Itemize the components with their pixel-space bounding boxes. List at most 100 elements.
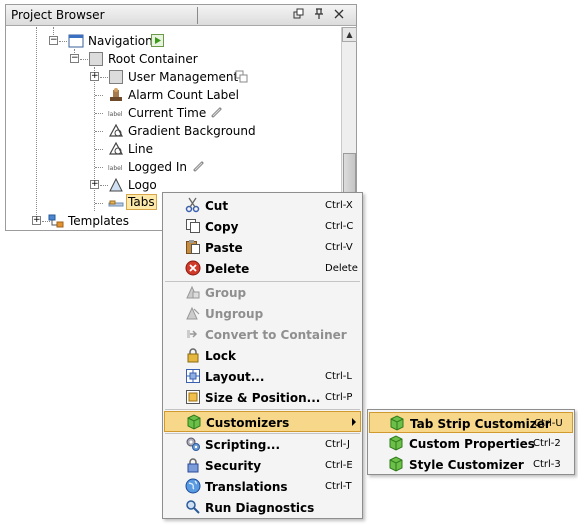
menu-item-layout[interactable]: Layout... Ctrl-L bbox=[164, 366, 361, 387]
menu-item-shortcut: Delete bbox=[325, 263, 358, 274]
menu-item-label: Custom Properties bbox=[409, 437, 535, 451]
menu-item-size-position[interactable]: Size & Position... Ctrl-P bbox=[164, 387, 361, 408]
menu-item-label: Lock bbox=[205, 349, 236, 363]
layout-icon bbox=[185, 368, 201, 384]
menu-item-group[interactable]: Group bbox=[164, 282, 361, 303]
header-divider bbox=[197, 7, 198, 24]
link-badge-icon bbox=[235, 70, 248, 83]
shape-icon bbox=[108, 141, 124, 157]
restore-window-icon[interactable] bbox=[292, 8, 306, 22]
menu-item-label: Translations bbox=[205, 480, 288, 494]
menu-item-tab-strip-customizer[interactable]: Tab Strip Customizer Ctrl-U bbox=[369, 412, 573, 433]
menu-item-ungroup[interactable]: Ungroup bbox=[164, 303, 361, 324]
menu-item-shortcut: Ctrl-2 bbox=[533, 438, 561, 449]
menu-item-label: Layout... bbox=[205, 370, 265, 384]
security-icon bbox=[185, 457, 201, 473]
close-icon[interactable] bbox=[332, 8, 346, 22]
scissors-icon bbox=[185, 197, 201, 213]
customizer-icon bbox=[388, 435, 404, 451]
menu-item-security[interactable]: Security Ctrl-E bbox=[164, 455, 361, 476]
tree-node-label: Root Container bbox=[108, 52, 198, 66]
menu-item-shortcut: Ctrl-J bbox=[325, 439, 350, 450]
menu-item-copy[interactable]: Copy Ctrl-C bbox=[164, 216, 361, 237]
menu-item-scripting[interactable]: Scripting... Ctrl-J bbox=[164, 434, 361, 455]
menu-item-shortcut: Ctrl-X bbox=[325, 200, 353, 211]
menu-item-label: Scripting... bbox=[205, 438, 281, 452]
tree-node-label: Navigation bbox=[88, 34, 153, 48]
globe-icon bbox=[185, 478, 201, 494]
menu-item-delete[interactable]: Delete Delete bbox=[164, 258, 361, 279]
label-icon bbox=[108, 87, 124, 103]
tree-node-line[interactable]: Line bbox=[6, 140, 336, 158]
window-icon bbox=[68, 33, 84, 49]
panel-header: Project Browser bbox=[6, 5, 356, 26]
text-label-icon: label bbox=[108, 159, 124, 175]
tree-node-label: User Management bbox=[128, 70, 239, 84]
tree-node-label: Logged In bbox=[128, 160, 188, 174]
menu-item-convert-to-container[interactable]: Convert to Container bbox=[164, 324, 361, 345]
menu-item-label: Tab Strip Customizer bbox=[410, 417, 551, 431]
menu-item-style-customizer[interactable]: Style Customizer Ctrl-3 bbox=[369, 454, 573, 475]
lock-icon bbox=[185, 347, 201, 363]
ungroup-icon bbox=[185, 305, 201, 321]
tree-node-label: Logo bbox=[128, 178, 157, 192]
menu-item-customizers[interactable]: Customizers bbox=[164, 411, 361, 432]
svg-text:label: label bbox=[108, 111, 123, 118]
context-menu: Cut Ctrl-X Copy Ctrl-C Paste Ctrl-V Dele… bbox=[162, 192, 363, 519]
panel-title: Project Browser bbox=[11, 8, 105, 22]
tree-node-root-container[interactable]: − Root Container bbox=[6, 50, 336, 68]
collapse-toggle[interactable]: − bbox=[49, 36, 58, 45]
convert-icon bbox=[185, 326, 201, 342]
size-position-icon bbox=[185, 389, 201, 405]
container-icon bbox=[108, 69, 124, 85]
menu-item-translations[interactable]: Translations Ctrl-T bbox=[164, 476, 361, 497]
expand-toggle[interactable]: + bbox=[32, 216, 41, 225]
menu-item-label: Style Customizer bbox=[409, 458, 524, 472]
menu-item-custom-properties[interactable]: Custom Properties Ctrl-2 bbox=[369, 433, 573, 454]
menu-item-label: Security bbox=[205, 459, 262, 473]
tree-node-label: Current Time bbox=[128, 106, 207, 120]
menu-item-run-diagnostics[interactable]: Run Diagnostics bbox=[164, 497, 361, 518]
expand-toggle[interactable]: + bbox=[90, 72, 99, 81]
menu-item-label: Convert to Container bbox=[205, 328, 347, 342]
binding-link-icon bbox=[210, 106, 223, 119]
menu-item-label: Size & Position... bbox=[205, 391, 321, 405]
menu-item-shortcut: Ctrl-P bbox=[325, 392, 353, 403]
menu-item-cut[interactable]: Cut Ctrl-X bbox=[164, 195, 361, 216]
copy-icon bbox=[185, 218, 201, 234]
play-icon bbox=[151, 34, 164, 47]
menu-item-shortcut: Ctrl-V bbox=[325, 242, 353, 253]
tab-strip-icon bbox=[108, 195, 124, 211]
tree-node-user-management[interactable]: + User Management bbox=[6, 68, 336, 86]
shape-icon bbox=[108, 123, 124, 139]
tree-node-alarm-count-label[interactable]: Alarm Count Label bbox=[6, 86, 336, 104]
menu-item-label: Run Diagnostics bbox=[205, 501, 315, 515]
tree-node-label: Line bbox=[128, 142, 154, 156]
menu-item-label: Delete bbox=[205, 262, 250, 276]
tree-node-label: Alarm Count Label bbox=[128, 88, 239, 102]
menu-item-label: Customizers bbox=[206, 416, 290, 430]
tree-node-gradient-background[interactable]: Gradient Background bbox=[6, 122, 336, 140]
menu-item-shortcut: Ctrl-C bbox=[325, 221, 354, 232]
scripting-icon bbox=[185, 436, 201, 452]
customizer-icon bbox=[389, 415, 405, 431]
menu-item-lock[interactable]: Lock bbox=[164, 345, 361, 366]
group-icon bbox=[185, 284, 201, 300]
menu-item-paste[interactable]: Paste Ctrl-V bbox=[164, 237, 361, 258]
tree-node-logged-in[interactable]: label Logged In bbox=[6, 158, 336, 176]
menu-item-label: Cut bbox=[205, 199, 229, 213]
collapse-toggle[interactable]: − bbox=[70, 54, 79, 63]
menu-item-label: Paste bbox=[205, 241, 243, 255]
delete-icon bbox=[185, 260, 201, 276]
menu-item-shortcut: Ctrl-U bbox=[534, 418, 563, 429]
scroll-up-arrow-icon[interactable]: ▲ bbox=[342, 27, 357, 42]
menu-item-label: Ungroup bbox=[205, 307, 264, 321]
expand-toggle[interactable]: + bbox=[90, 180, 99, 189]
tree-node-navigation[interactable]: − Navigation bbox=[6, 32, 336, 50]
tree-node-current-time[interactable]: label Current Time bbox=[6, 104, 336, 122]
pin-icon[interactable] bbox=[312, 8, 326, 22]
menu-item-shortcut: Ctrl-E bbox=[325, 460, 353, 471]
diagnostics-icon bbox=[185, 499, 201, 515]
menu-item-label: Group bbox=[205, 286, 247, 300]
paste-icon bbox=[185, 239, 201, 255]
